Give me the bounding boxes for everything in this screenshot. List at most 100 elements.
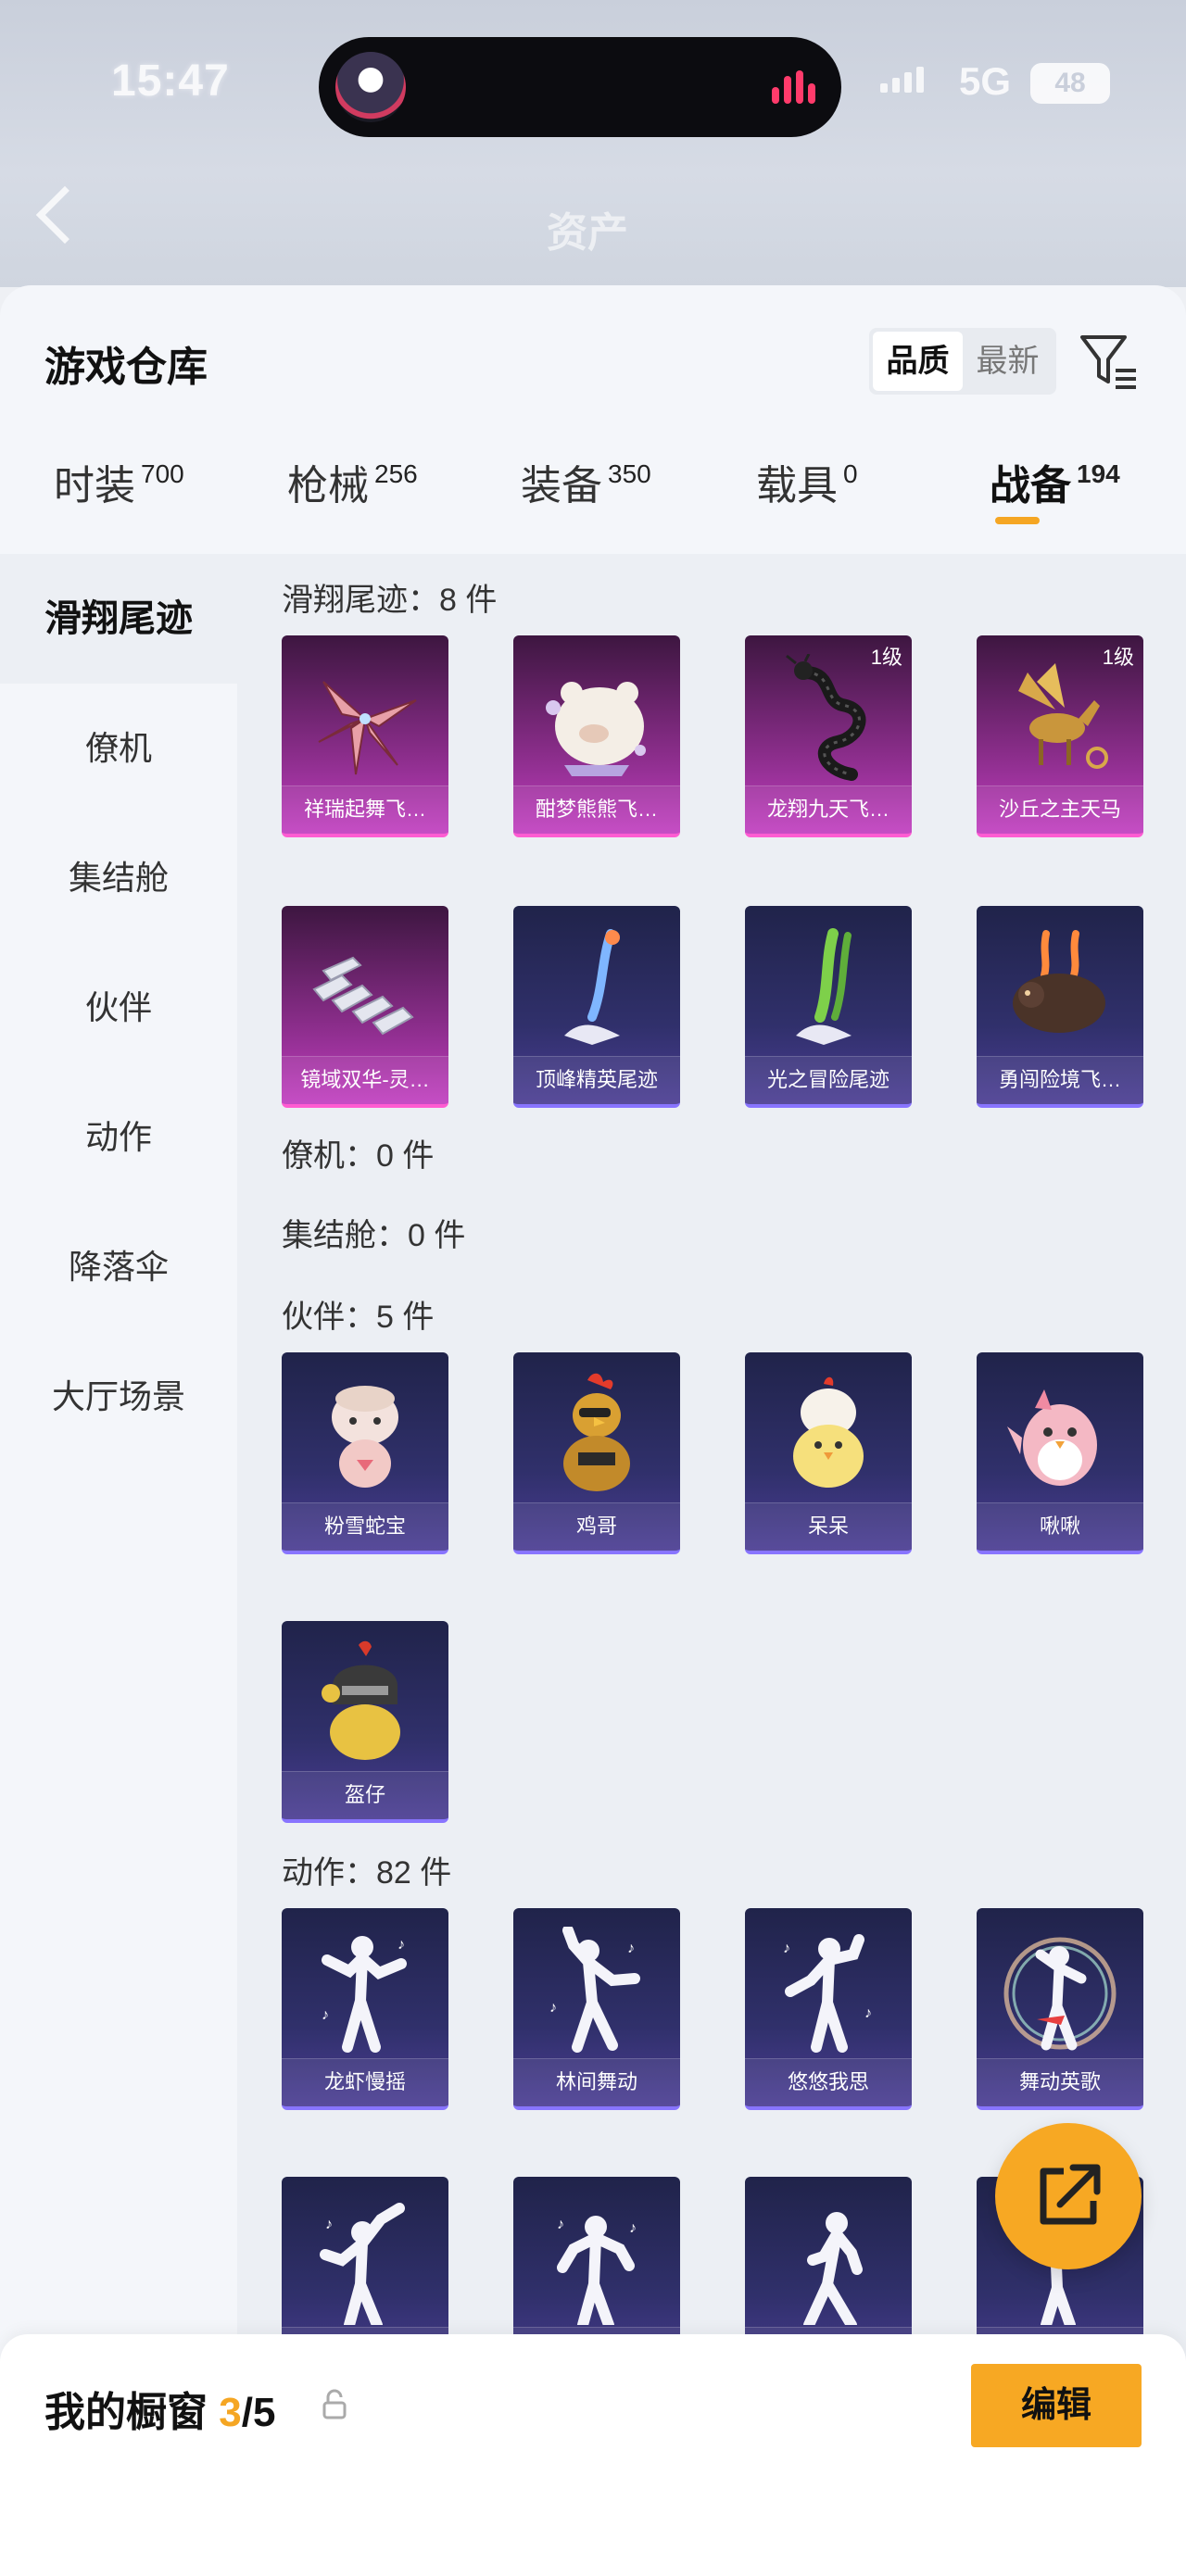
svg-text:♪: ♪ xyxy=(325,2217,333,2232)
item-card[interactable]: 粉雪蛇宝 xyxy=(282,1352,448,1554)
category-tabs: 时装 700 枪械 256 装备 350 载具 0 战备 194 xyxy=(0,452,1186,554)
item-card[interactable]: 镜域双华-灵… xyxy=(282,906,448,1108)
dynamic-island xyxy=(319,37,841,137)
tab-vehicles[interactable]: 载具 0 xyxy=(756,452,858,554)
back-chevron-icon[interactable] xyxy=(35,185,95,245)
item-name: 勇闯险境飞… xyxy=(977,1056,1143,1104)
item-grid-area: 滑翔尾迹：8 件 祥瑞起舞飞… 酣梦熊熊飞… 1级 龙翔九天飞… 1级 沙丘之主… xyxy=(237,554,1186,2576)
tab-label: 战备 xyxy=(990,463,1071,509)
sidebar-item-parachute[interactable]: 降落伞 xyxy=(0,1202,237,1332)
trail-blue-icon xyxy=(564,929,620,1045)
item-card[interactable]: 酣梦熊熊飞… xyxy=(513,635,680,837)
showcase-title: 我的橱窗 xyxy=(44,2390,208,2435)
item-card[interactable]: 1级 龙翔九天飞… xyxy=(745,635,912,837)
item-name: 啾啾 xyxy=(977,1502,1143,1551)
item-name: 鸡哥 xyxy=(513,1502,680,1551)
section-header-action: 动作：82 件 xyxy=(282,1855,452,1891)
sort-option-latest[interactable]: 最新 xyxy=(963,332,1053,391)
status-bar-area: 15:47 5G 48 资产 xyxy=(0,0,1186,287)
item-card[interactable]: 鸡哥 xyxy=(513,1352,680,1554)
dance-pose-icon xyxy=(803,2212,863,2325)
item-card[interactable]: 舞动英歌 xyxy=(977,1908,1143,2110)
item-name: 顶峰精英尾迹 xyxy=(513,1056,680,1104)
share-button[interactable] xyxy=(995,2123,1142,2269)
dragon-icon xyxy=(786,654,866,781)
sidebar-item-glide-trail[interactable]: 滑翔尾迹 xyxy=(0,554,237,684)
item-card[interactable]: 祥瑞起舞飞… xyxy=(282,635,448,837)
item-card[interactable]: 顶峰精英尾迹 xyxy=(513,906,680,1108)
svg-text:♪: ♪ xyxy=(549,2000,557,2016)
showcase-label: 我的橱窗 3/5 xyxy=(44,2379,275,2438)
section-header-partner: 伙伴：5 件 xyxy=(282,1300,435,1335)
tab-firearms[interactable]: 枪械 256 xyxy=(287,452,418,554)
avatar-icon xyxy=(335,52,406,122)
helmet-chick-icon xyxy=(322,1640,400,1760)
category-sidebar: 滑翔尾迹 僚机 集结舱 伙伴 动作 降落伞 大厅场景 xyxy=(0,554,237,2576)
sidebar-item-action[interactable]: 动作 xyxy=(0,1073,237,1202)
sidebar-item-lobby-scene[interactable]: 大厅场景 xyxy=(0,1332,237,1462)
svg-text:♪: ♪ xyxy=(557,2217,564,2232)
tab-label: 载具 xyxy=(756,463,838,509)
sidebar-item-partner[interactable]: 伙伴 xyxy=(0,943,237,1073)
item-card[interactable]: ♪ ♪ 林间舞动 xyxy=(513,1908,680,2110)
tab-battle-gear[interactable]: 战备 194 xyxy=(990,452,1120,554)
item-name: 祥瑞起舞飞… xyxy=(282,785,448,834)
signal-icon xyxy=(880,67,924,93)
tab-label: 装备 xyxy=(521,463,602,509)
item-card[interactable]: ♪ ♪ 龙虾慢摇 xyxy=(282,1908,448,2110)
item-name: 林间舞动 xyxy=(513,2058,680,2106)
section-header-glide: 滑翔尾迹：8 件 xyxy=(282,583,498,618)
item-card[interactable]: 呆呆 xyxy=(745,1352,912,1554)
item-name: 舞动英歌 xyxy=(977,2058,1143,2106)
network-label: 5G xyxy=(959,59,1012,103)
svg-text:♪: ♪ xyxy=(783,1941,790,1956)
item-name: 沙丘之主天马 xyxy=(977,785,1143,834)
share-icon xyxy=(1040,2164,1101,2225)
warehouse-sheet: 游戏仓库 品质 最新 时装 700 枪械 256 装备 350 载具 0 战备 194 xyxy=(0,285,1186,2576)
pinwheel-icon xyxy=(318,681,417,775)
sidebar-item-wingman[interactable]: 僚机 xyxy=(0,684,237,813)
tab-count: 700 xyxy=(141,459,184,488)
dance-pose-icon xyxy=(1003,1937,1117,2051)
section-header-wingman: 僚机：0 件 xyxy=(282,1138,435,1174)
dance-pose-icon: ♪♪ xyxy=(322,1936,407,2053)
item-card[interactable]: 啾啾 xyxy=(977,1352,1143,1554)
tab-fashion[interactable]: 时装 700 xyxy=(54,452,184,554)
item-card[interactable]: 1级 沙丘之主天马 xyxy=(977,635,1143,837)
svg-text:♪: ♪ xyxy=(322,2007,329,2023)
item-name: 龙翔九天飞… xyxy=(745,785,912,834)
showcase-total: /5 xyxy=(241,2390,276,2435)
filter-icon[interactable] xyxy=(1077,330,1142,395)
item-name: 悠悠我思 xyxy=(745,2058,912,2106)
dance-pose-icon: ♪♪ xyxy=(549,1927,640,2053)
battery-icon: 48 xyxy=(1030,63,1110,104)
tab-count: 256 xyxy=(374,459,418,488)
chick-icon xyxy=(793,1376,864,1488)
sort-option-quality[interactable]: 品质 xyxy=(873,332,963,391)
beast-icon xyxy=(1013,930,1105,1033)
svg-text:♪: ♪ xyxy=(627,1941,635,1956)
item-card[interactable]: 勇闯险境飞… xyxy=(977,906,1143,1108)
item-card[interactable]: 盔仔 xyxy=(282,1621,448,1823)
lock-icon xyxy=(322,2389,347,2419)
crystal-shards-icon xyxy=(312,956,414,1036)
sort-toggle: 品质 最新 xyxy=(869,328,1056,395)
tab-label: 枪械 xyxy=(287,463,369,509)
background-page-title: 资产 xyxy=(547,210,628,256)
item-card[interactable]: 光之冒险尾迹 xyxy=(745,906,912,1108)
trail-green-icon xyxy=(796,928,852,1045)
tab-count: 194 xyxy=(1077,459,1120,488)
tab-equipment[interactable]: 装备 350 xyxy=(521,452,651,554)
pink-bird-icon xyxy=(1007,1389,1097,1486)
active-tab-indicator xyxy=(995,517,1041,524)
item-card[interactable]: ♪ ♪ 悠悠我思 xyxy=(745,1908,912,2110)
item-name: 盔仔 xyxy=(282,1771,448,1819)
item-name: 光之冒险尾迹 xyxy=(745,1056,912,1104)
dance-pose-icon: ♪ xyxy=(320,2203,405,2325)
sidebar-item-capsule[interactable]: 集结舱 xyxy=(0,813,237,943)
item-name: 呆呆 xyxy=(745,1502,912,1551)
item-name: 酣梦熊熊飞… xyxy=(513,785,680,834)
edit-button[interactable]: 编辑 xyxy=(971,2364,1142,2447)
svg-text:♪: ♪ xyxy=(629,2220,637,2236)
tab-count: 0 xyxy=(843,459,858,488)
